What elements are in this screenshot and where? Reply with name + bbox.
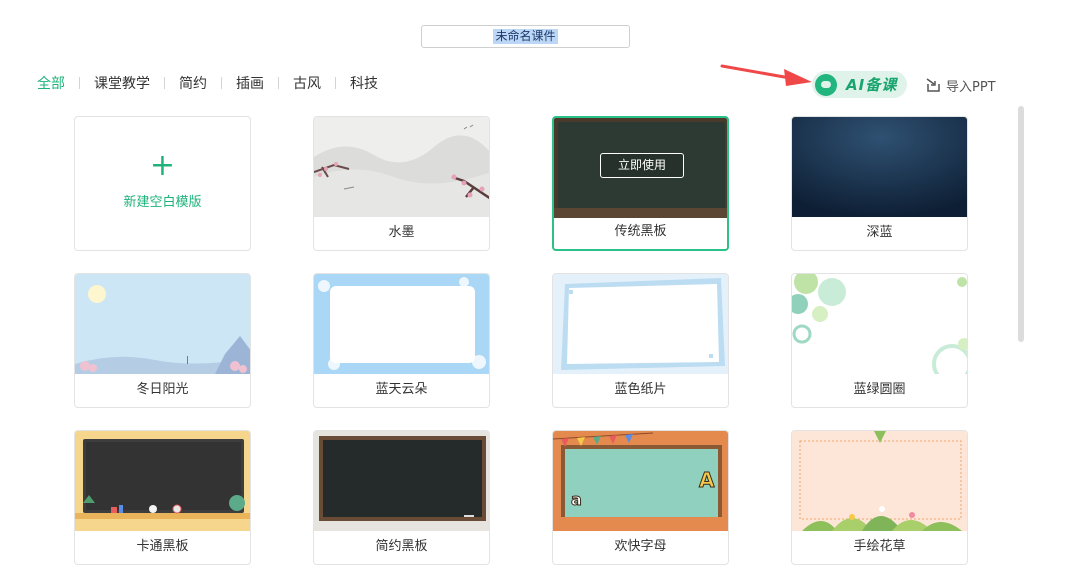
template-card-simple-blackboard[interactable]: 简约黑板 — [313, 430, 490, 565]
template-thumbnail — [792, 274, 967, 374]
template-thumbnail — [314, 431, 489, 531]
template-card-teal-circles[interactable]: 蓝绿圆圈 — [791, 273, 968, 408]
template-thumbnail — [75, 274, 250, 374]
template-card-happy-letters[interactable]: A a 欢快字母 — [552, 430, 729, 565]
template-card-ink[interactable]: 水墨 — [313, 116, 490, 251]
ai-prepare-label: AI备课 — [846, 76, 898, 94]
tab-divider — [335, 77, 336, 89]
tab-simple[interactable]: 简约 — [179, 73, 207, 93]
template-name: 卡通黑板 — [136, 539, 189, 554]
plus-icon: + — [149, 148, 176, 183]
new-blank-template-label: 新建空白模版 — [123, 195, 202, 210]
new-blank-template-card[interactable]: + 新建空白模版 — [74, 116, 251, 251]
template-name: 蓝绿圆圈 — [853, 382, 906, 397]
template-thumbnail — [792, 431, 967, 531]
template-card-deep-blue[interactable]: 深蓝 — [791, 116, 968, 251]
import-ppt-button[interactable]: 导入PPT — [925, 75, 996, 95]
template-thumbnail: A a — [553, 431, 728, 531]
template-name: 水墨 — [388, 225, 415, 240]
template-thumbnail — [553, 274, 728, 374]
import-ppt-label: 导入PPT — [946, 79, 996, 95]
template-card-blue-paper[interactable]: 蓝色纸片 — [552, 273, 729, 408]
template-name: 冬日阳光 — [136, 382, 189, 397]
template-thumbnail — [75, 431, 250, 531]
svg-text:A: A — [699, 468, 715, 492]
use-now-button[interactable]: 立即使用 — [600, 153, 684, 178]
template-name: 欢快字母 — [614, 539, 667, 554]
template-name: 蓝天云朵 — [375, 382, 428, 397]
template-card-cartoon-blackboard[interactable]: 卡通黑板 — [74, 430, 251, 565]
tab-classroom[interactable]: 课堂教学 — [94, 73, 150, 93]
ai-prepare-button[interactable]: AI备课 — [812, 71, 907, 98]
template-thumbnail — [314, 117, 489, 217]
tab-divider — [221, 77, 222, 89]
template-card-winter-sun[interactable]: 冬日阳光 — [74, 273, 251, 408]
tab-all[interactable]: 全部 — [37, 73, 65, 93]
template-name: 蓝色纸片 — [614, 382, 667, 397]
template-card-traditional-blackboard[interactable]: 立即使用 传统黑板 — [552, 116, 729, 251]
template-name: 深蓝 — [866, 225, 893, 240]
template-name: 传统黑板 — [614, 224, 667, 239]
template-card-hand-drawn-flowers[interactable]: 手绘花草 — [791, 430, 968, 565]
template-thumbnail — [314, 274, 489, 374]
scrollbar[interactable] — [1018, 106, 1024, 342]
courseware-title-input[interactable]: 未命名课件 — [421, 25, 630, 48]
category-tabs: 全部 课堂教学 简约 插画 古风 科技 — [37, 73, 378, 93]
template-thumbnail: 立即使用 — [554, 118, 727, 218]
tab-tech[interactable]: 科技 — [350, 73, 378, 93]
svg-text:a: a — [571, 490, 582, 509]
template-card-blue-sky-clouds[interactable]: 蓝天云朵 — [313, 273, 490, 408]
ai-chat-icon — [815, 73, 837, 96]
tab-illustration[interactable]: 插画 — [236, 73, 264, 93]
template-grid: + 新建空白模版 水墨 立即使用 传统黑板 深蓝 冬日阳光 蓝天云朵 蓝色纸片 … — [74, 116, 969, 576]
tab-divider — [164, 77, 165, 89]
courseware-title-text: 未命名课件 — [493, 29, 558, 44]
tab-ancient[interactable]: 古风 — [293, 73, 321, 93]
tab-divider — [278, 77, 279, 89]
template-name: 手绘花草 — [853, 539, 906, 554]
template-thumbnail — [792, 117, 967, 217]
annotation-arrow-icon — [720, 64, 812, 86]
import-icon — [926, 78, 940, 92]
tab-divider — [79, 77, 80, 89]
template-name: 简约黑板 — [375, 539, 428, 554]
